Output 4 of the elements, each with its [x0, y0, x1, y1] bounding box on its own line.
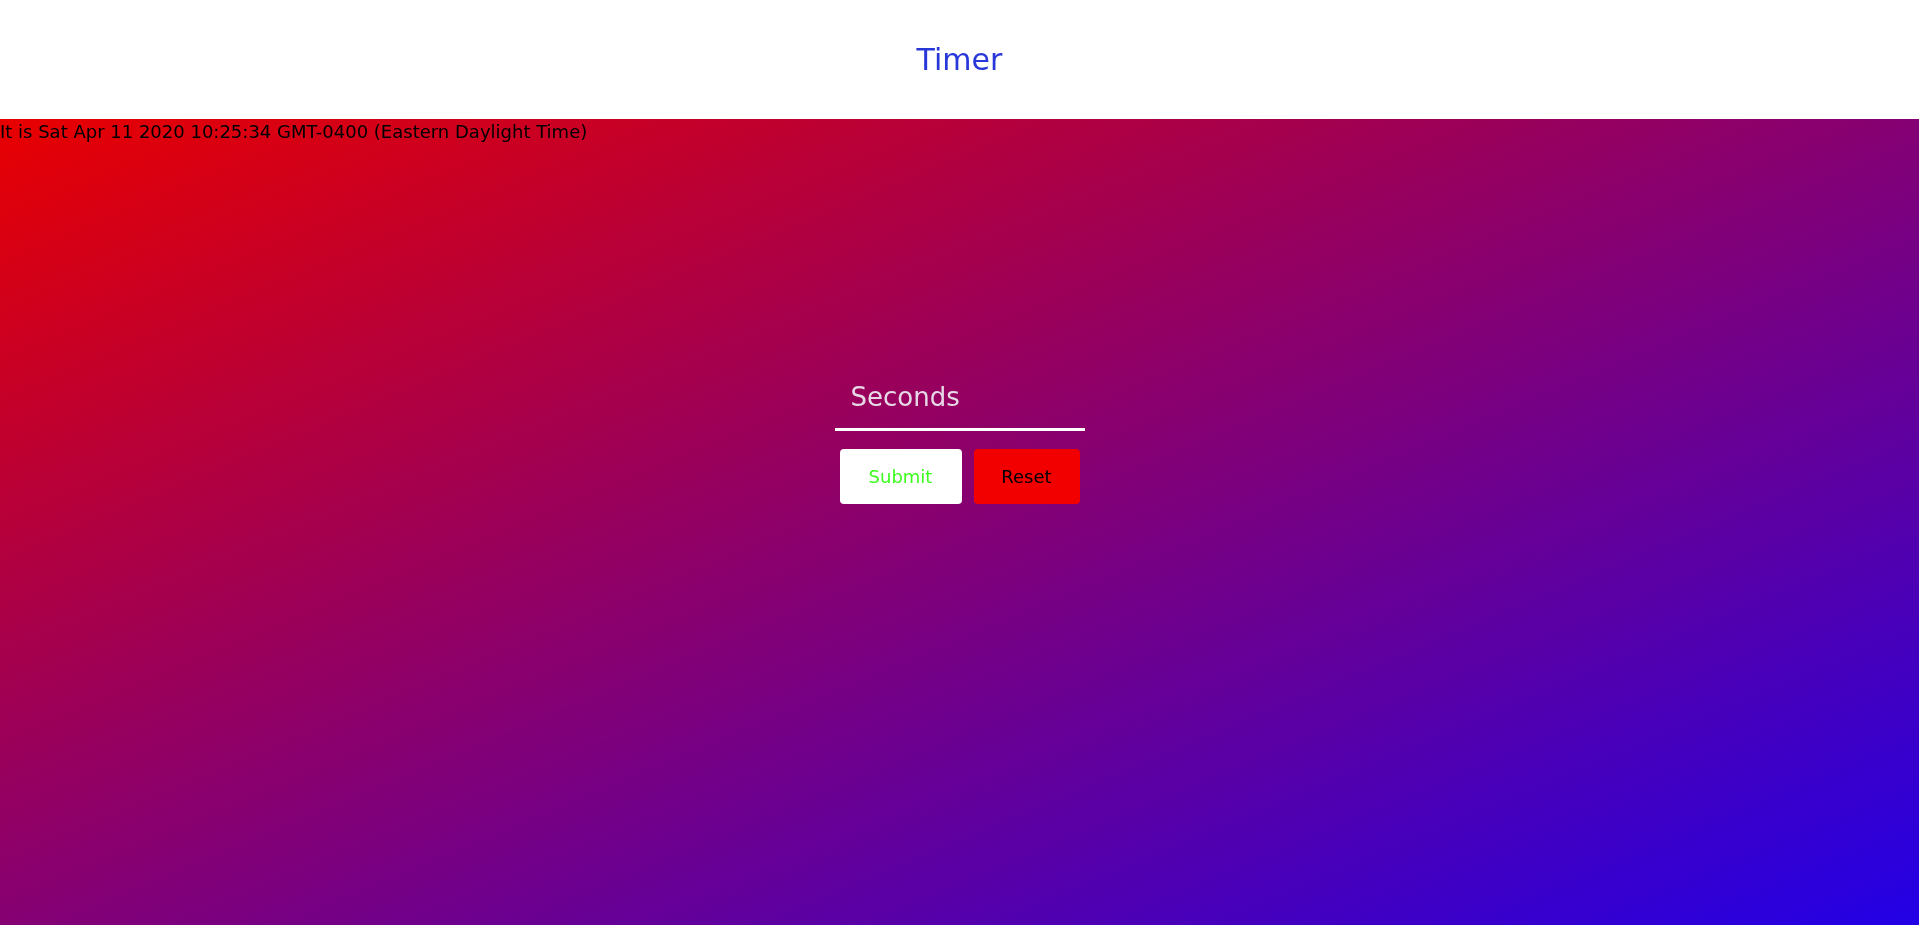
reset-button[interactable]: Reset [973, 449, 1080, 504]
date-time-text: It is Sat Apr 11 2020 10:25:34 GMT-0400 (Eastern Daylight Time) [0, 120, 588, 144]
page-title: Timer [916, 40, 1003, 79]
input-field[interactable]: Seconds [834, 365, 1085, 431]
